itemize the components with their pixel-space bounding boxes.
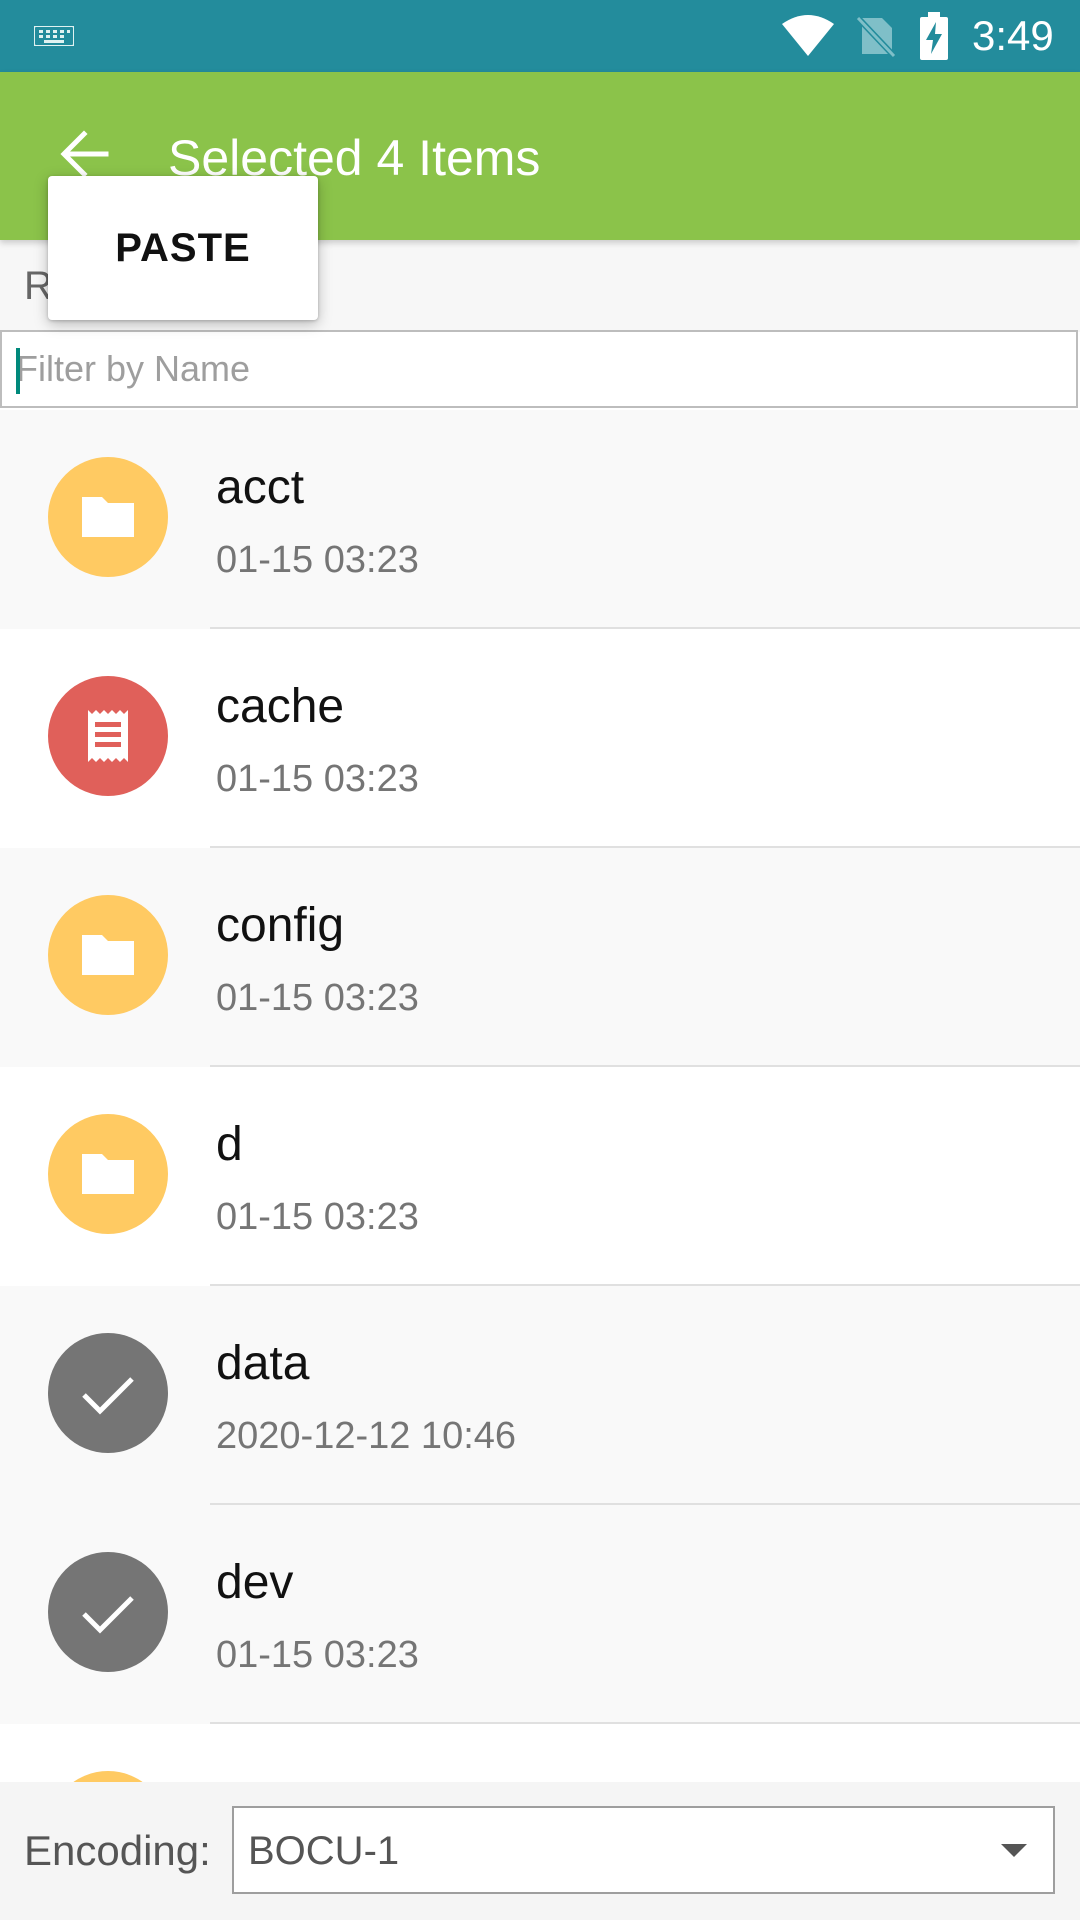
check-icon bbox=[48, 1552, 168, 1672]
arrow-back-icon[interactable] bbox=[56, 126, 112, 182]
file-name: cache bbox=[216, 680, 345, 733]
filter-box bbox=[0, 330, 1078, 408]
status-time: 3:49 bbox=[972, 12, 1054, 59]
paste-menu-item[interactable]: PASTE bbox=[48, 176, 318, 320]
folder-icon bbox=[48, 1771, 168, 1782]
folder-icon bbox=[48, 1114, 168, 1234]
no-sim-icon bbox=[856, 15, 896, 58]
file-name: d bbox=[216, 1118, 243, 1171]
file-date: 01-15 03:23 bbox=[216, 539, 419, 581]
keyboard-icon bbox=[34, 26, 74, 46]
encoding-bar: Encoding: BOCU-1 bbox=[0, 1782, 1080, 1920]
file-date: 01-15 03:23 bbox=[216, 1634, 419, 1676]
dropdown-arrow-icon bbox=[1001, 1844, 1027, 1857]
list-item[interactable]: acct 01-15 03:23 bbox=[0, 410, 1080, 629]
file-name: data bbox=[216, 1337, 310, 1390]
file-name: dev bbox=[216, 1556, 294, 1609]
filter-input[interactable] bbox=[16, 332, 1056, 406]
wifi-icon bbox=[782, 15, 834, 56]
file-name: acct bbox=[216, 461, 305, 514]
file-date: 01-15 03:23 bbox=[216, 758, 419, 800]
document-icon bbox=[48, 676, 168, 796]
list-item[interactable]: d 01-15 03:23 bbox=[0, 1067, 1080, 1286]
list-item[interactable]: cache 01-15 03:23 bbox=[0, 629, 1080, 848]
file-name: config bbox=[216, 899, 345, 952]
folder-icon bbox=[48, 457, 168, 577]
text-cursor bbox=[16, 348, 20, 394]
list-item[interactable]: data 2020-12-12 10:46 bbox=[0, 1286, 1080, 1505]
encoding-label: Encoding: bbox=[24, 1827, 211, 1874]
list-item[interactable] bbox=[0, 1724, 1080, 1782]
file-list: acct 01-15 03:23 cache 01-15 03:23 confi… bbox=[0, 410, 1080, 1782]
battery-charging-icon bbox=[920, 12, 948, 60]
popup-menu: PASTE bbox=[48, 176, 318, 320]
file-date: 01-15 03:23 bbox=[216, 977, 419, 1019]
encoding-select[interactable]: BOCU-1 bbox=[232, 1806, 1055, 1894]
encoding-value: BOCU-1 bbox=[248, 1829, 400, 1873]
file-date: 01-15 03:23 bbox=[216, 1196, 419, 1238]
list-item[interactable]: dev 01-15 03:23 bbox=[0, 1505, 1080, 1724]
status-bar: 3:49 bbox=[0, 0, 1080, 72]
list-item[interactable]: config 01-15 03:23 bbox=[0, 848, 1080, 1067]
file-date: 2020-12-12 10:46 bbox=[216, 1415, 517, 1457]
check-icon bbox=[48, 1333, 168, 1453]
folder-icon bbox=[48, 895, 168, 1015]
